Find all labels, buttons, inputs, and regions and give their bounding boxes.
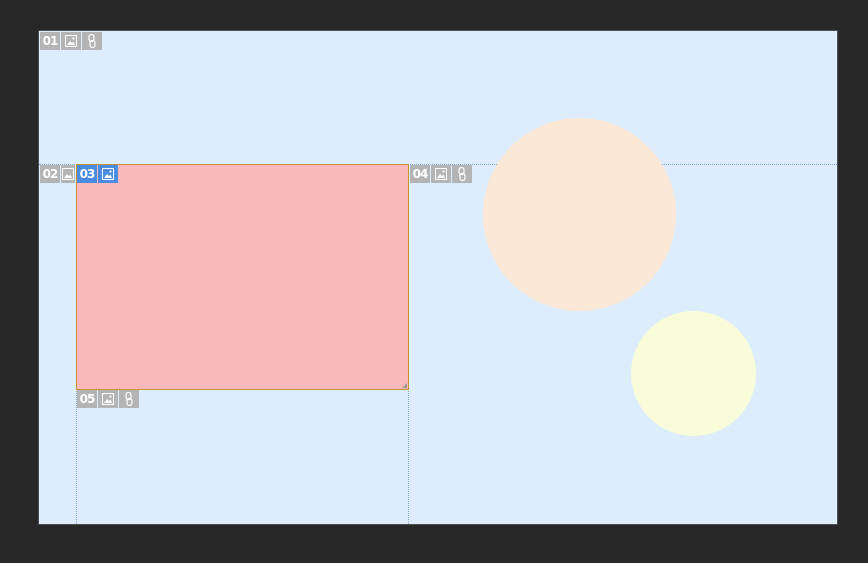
peach-circle[interactable] (483, 118, 676, 311)
slice-badge-03[interactable]: 03 (77, 165, 118, 183)
image-icon[interactable] (61, 165, 75, 183)
slice-badge-01[interactable]: 01 (40, 32, 102, 50)
slice-badge-05[interactable]: 05 (77, 390, 139, 408)
link-icon[interactable] (452, 165, 472, 183)
link-icon[interactable] (82, 32, 102, 50)
image-icon[interactable] (431, 165, 451, 183)
slice-number: 03 (77, 165, 97, 183)
image-icon[interactable] (61, 32, 81, 50)
canvas-artboard[interactable]: 01 02 03 04 05 (38, 30, 838, 525)
slice-03-area[interactable] (76, 164, 409, 390)
slice-number: 01 (40, 32, 60, 50)
slice-number: 02 (40, 165, 60, 183)
slice-badge-02[interactable]: 02 (40, 165, 75, 183)
link-icon[interactable] (119, 390, 139, 408)
yellow-circle[interactable] (631, 311, 756, 436)
slice-number: 04 (410, 165, 430, 183)
resize-corner-icon (402, 383, 407, 388)
image-icon[interactable] (98, 165, 118, 183)
image-icon[interactable] (98, 390, 118, 408)
slice-number: 05 (77, 390, 97, 408)
slice-badge-04[interactable]: 04 (410, 165, 472, 183)
